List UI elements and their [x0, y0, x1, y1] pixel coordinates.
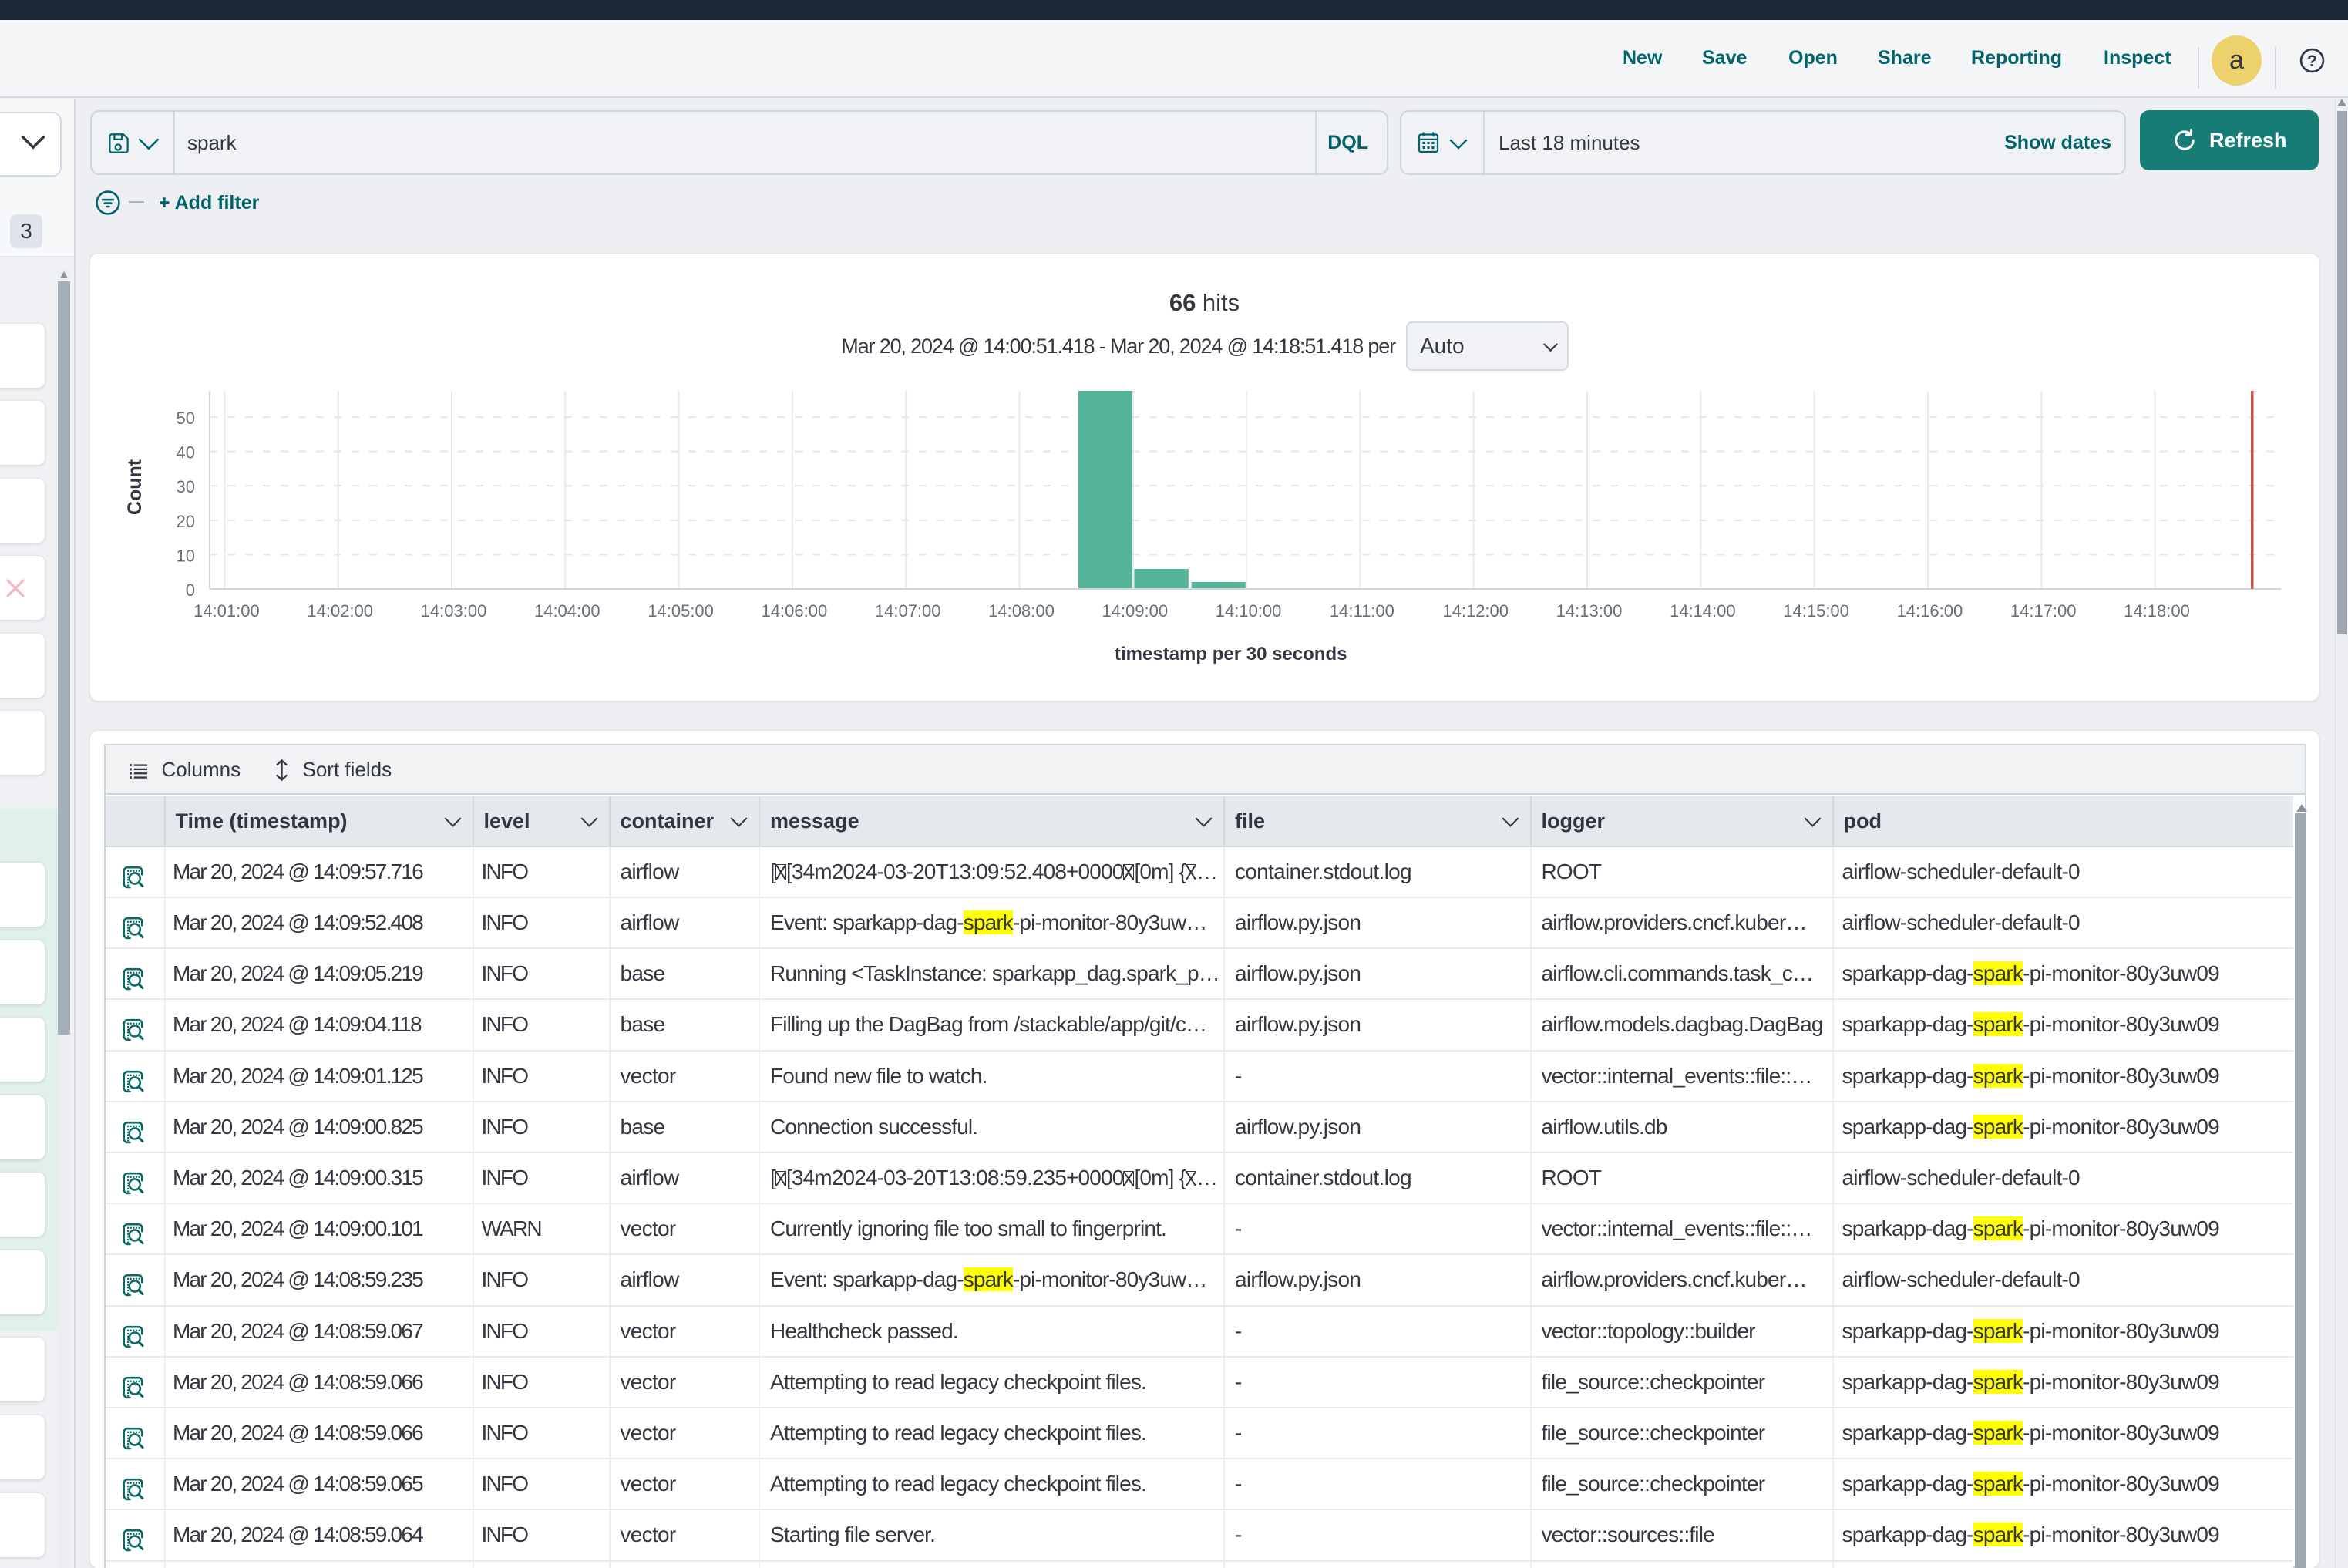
svg-text:14:08:00: 14:08:00: [988, 601, 1055, 621]
svg-text:14:05:00: 14:05:00: [648, 601, 714, 621]
svg-text:50: 50: [177, 409, 195, 428]
svg-text:14:16:00: 14:16:00: [1897, 601, 1963, 621]
svg-text:14:17:00: 14:17:00: [2010, 601, 2077, 621]
svg-text:30: 30: [177, 477, 195, 496]
svg-text:14:06:00: 14:06:00: [762, 601, 828, 621]
svg-text:14:10:00: 14:10:00: [1216, 601, 1282, 621]
svg-text:40: 40: [177, 443, 195, 463]
svg-text:14:13:00: 14:13:00: [1556, 601, 1623, 621]
svg-text:14:12:00: 14:12:00: [1442, 601, 1509, 621]
svg-text:14:15:00: 14:15:00: [1783, 601, 1849, 621]
svg-text:0: 0: [186, 580, 195, 600]
svg-text:14:01:00: 14:01:00: [193, 601, 260, 621]
svg-text:14:09:00: 14:09:00: [1102, 601, 1168, 621]
svg-text:10: 10: [177, 546, 195, 565]
svg-text:14:04:00: 14:04:00: [534, 601, 600, 621]
svg-text:14:14:00: 14:14:00: [1670, 601, 1736, 621]
svg-text:20: 20: [177, 512, 195, 531]
svg-text:14:11:00: 14:11:00: [1330, 601, 1394, 621]
svg-text:14:03:00: 14:03:00: [421, 601, 487, 621]
svg-text:14:18:00: 14:18:00: [2124, 601, 2190, 621]
svg-text:14:02:00: 14:02:00: [307, 601, 373, 621]
svg-text:14:07:00: 14:07:00: [875, 601, 941, 621]
svg-text:?: ?: [2307, 51, 2317, 70]
